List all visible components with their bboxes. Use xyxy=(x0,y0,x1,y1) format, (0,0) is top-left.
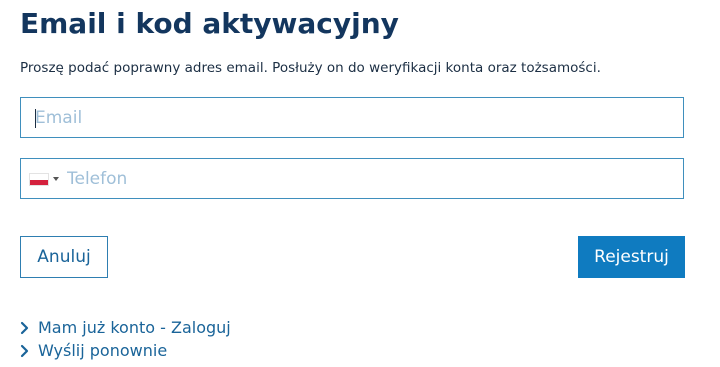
chevron-right-icon xyxy=(20,321,29,334)
country-code-select[interactable] xyxy=(27,171,61,187)
page-title: Email i kod aktywacyjny xyxy=(20,7,399,40)
email-input[interactable] xyxy=(35,98,675,137)
resend-link[interactable]: Wyślij ponownie xyxy=(20,339,231,362)
phone-input[interactable] xyxy=(67,159,675,198)
action-links: Mam już konto - Zaloguj Wyślij ponownie xyxy=(20,316,231,362)
email-field-container xyxy=(20,97,684,138)
register-button[interactable]: Rejestruj xyxy=(578,236,685,278)
chevron-right-icon xyxy=(20,344,29,357)
resend-link-label[interactable]: Wyślij ponownie xyxy=(38,341,167,360)
cancel-button[interactable]: Anuluj xyxy=(20,236,108,278)
caret-down-icon xyxy=(53,177,59,181)
phone-field-container xyxy=(20,158,684,199)
page-description: Proszę podać poprawny adres email. Posłu… xyxy=(20,60,601,76)
poland-flag-icon xyxy=(29,173,49,186)
login-link[interactable]: Mam już konto - Zaloguj xyxy=(20,316,231,339)
login-link-label[interactable]: Mam już konto - Zaloguj xyxy=(38,318,231,337)
